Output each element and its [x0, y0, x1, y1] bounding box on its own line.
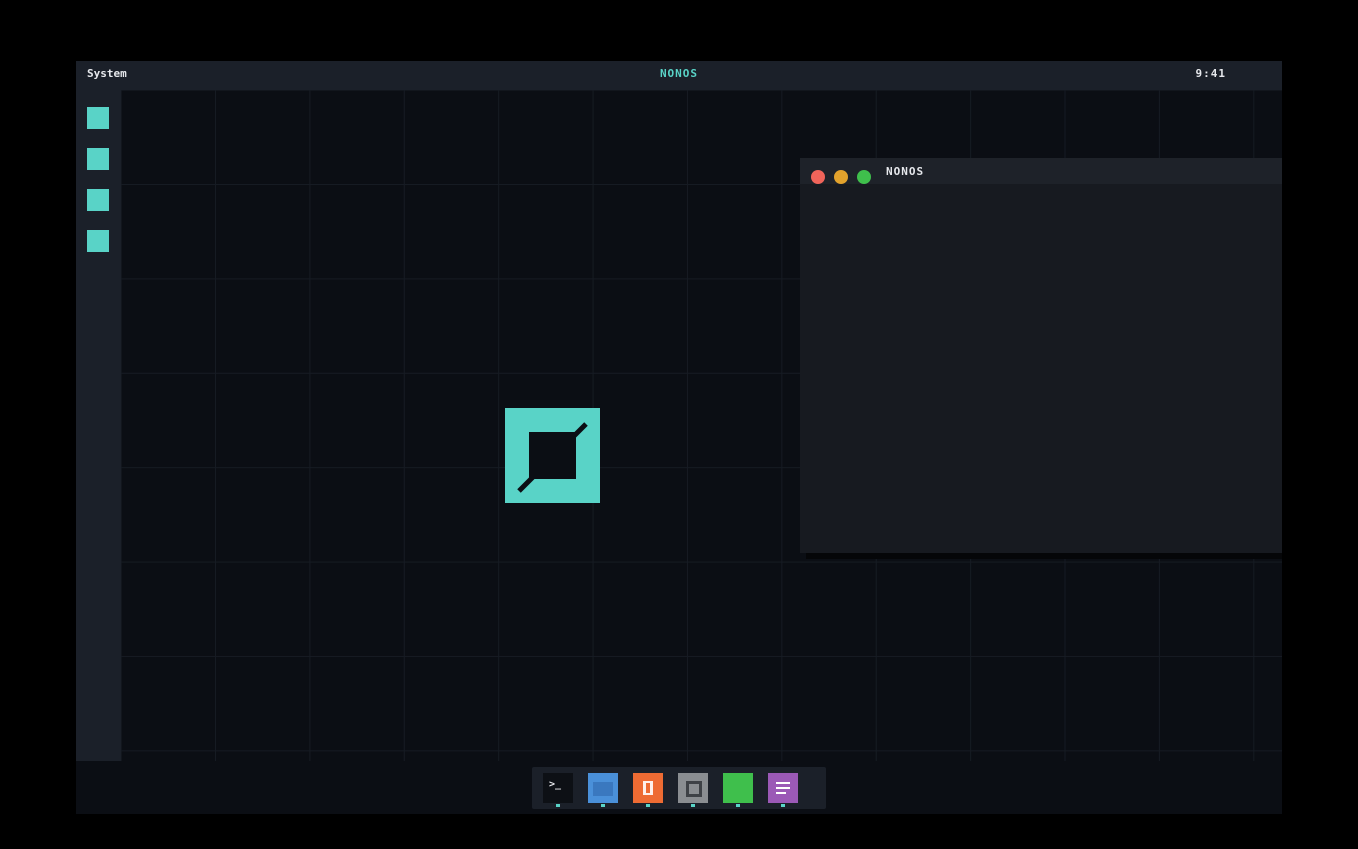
dock-folder-icon[interactable]: [588, 773, 618, 807]
clock: 9:41: [1195, 67, 1226, 80]
window-close-button[interactable]: [811, 170, 825, 184]
dock-settings-icon[interactable]: [678, 773, 708, 807]
dock: >_: [532, 767, 826, 809]
sidebar-app-4-icon[interactable]: [87, 230, 109, 252]
desktop-screen: System NONOS 9:41 NONOS >_: [76, 61, 1282, 814]
dock-menu-icon[interactable]: [768, 773, 798, 807]
window-maximize-button[interactable]: [857, 170, 871, 184]
dock-green-app-icon[interactable]: [723, 773, 753, 807]
terminal-prompt-glyph: >_: [549, 779, 562, 790]
dock-editor-icon[interactable]: [633, 773, 663, 807]
sidebar-app-2-icon[interactable]: [87, 148, 109, 170]
desktop-area: NONOS: [121, 90, 1282, 761]
window-titlebar[interactable]: NONOS: [800, 158, 1282, 184]
top-bar: System NONOS 9:41: [76, 61, 1282, 90]
window-minimize-button[interactable]: [834, 170, 848, 184]
sidebar-app-3-icon[interactable]: [87, 189, 109, 211]
nonos-logo-icon: [505, 408, 600, 503]
dock-terminal-icon[interactable]: >_: [543, 773, 573, 807]
sidebar-app-1-icon[interactable]: [87, 107, 109, 129]
sidebar: [76, 90, 121, 761]
top-bar-title: NONOS: [659, 67, 699, 80]
window-title: NONOS: [886, 165, 925, 178]
app-window[interactable]: NONOS: [800, 158, 1282, 553]
